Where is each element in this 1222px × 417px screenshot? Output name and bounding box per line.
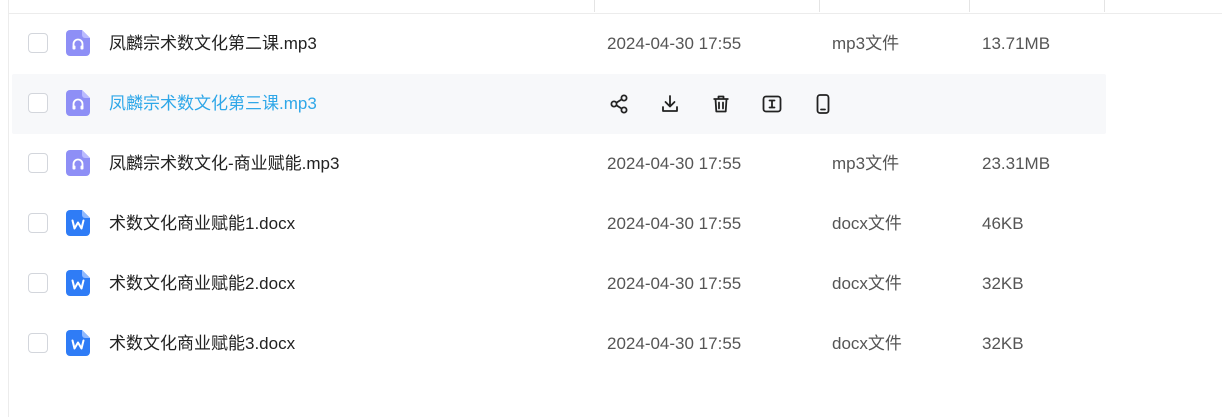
file-name[interactable]: 凤麟宗术数文化第三课.mp3: [109, 74, 317, 134]
column-divider[interactable]: [969, 0, 970, 12]
file-list: 凤麟宗术数文化第二课.mp3 2024-04-30 17:55 mp3文件 13…: [12, 14, 1106, 374]
phone-icon[interactable]: [812, 93, 834, 115]
delete-icon[interactable]: [710, 93, 732, 115]
word-file-icon: [66, 210, 90, 236]
file-size: 46KB: [982, 214, 1024, 233]
file-row[interactable]: 凤麟宗术数文化-商业赋能.mp3 2024-04-30 17:55 mp3文件 …: [12, 134, 1106, 194]
file-type: docx文件: [832, 274, 902, 293]
column-divider[interactable]: [594, 0, 595, 12]
word-file-icon: [66, 270, 90, 296]
file-type: mp3文件: [832, 154, 900, 173]
audio-file-icon: [66, 90, 90, 116]
file-name[interactable]: 凤麟宗术数文化-商业赋能.mp3: [109, 134, 339, 194]
file-size: 23.31MB: [982, 154, 1051, 173]
file-date: 2024-04-30 17:55: [607, 34, 742, 53]
rename-icon[interactable]: [761, 93, 783, 115]
file-date: 2024-04-30 17:55: [607, 214, 742, 233]
row-checkbox[interactable]: [28, 153, 48, 173]
file-date: 2024-04-30 17:55: [607, 334, 742, 353]
file-row[interactable]: 术数文化商业赋能3.docx 2024-04-30 17:55 docx文件 3…: [12, 314, 1106, 374]
file-size: 32KB: [982, 334, 1024, 353]
file-row[interactable]: 术数文化商业赋能1.docx 2024-04-30 17:55 docx文件 4…: [12, 194, 1106, 254]
file-name[interactable]: 术数文化商业赋能1.docx: [109, 194, 295, 254]
file-size: 13.71MB: [982, 34, 1051, 53]
row-checkbox[interactable]: [28, 33, 48, 53]
file-row[interactable]: 凤麟宗术数文化第二课.mp3 2024-04-30 17:55 mp3文件 13…: [12, 14, 1106, 74]
row-checkbox[interactable]: [28, 273, 48, 293]
file-type: docx文件: [832, 334, 902, 353]
file-name[interactable]: 凤麟宗术数文化第二课.mp3: [109, 14, 317, 74]
file-date: 2024-04-30 17:55: [607, 274, 742, 293]
row-actions: [608, 93, 834, 115]
share-icon[interactable]: [608, 93, 630, 115]
column-divider[interactable]: [1104, 0, 1105, 12]
file-row[interactable]: 凤麟宗术数文化第三课.mp3: [12, 74, 1106, 134]
file-row[interactable]: 术数文化商业赋能2.docx 2024-04-30 17:55 docx文件 3…: [12, 254, 1106, 314]
row-checkbox[interactable]: [28, 93, 48, 113]
file-size: 32KB: [982, 274, 1024, 293]
file-name[interactable]: 术数文化商业赋能3.docx: [109, 314, 295, 374]
download-icon[interactable]: [659, 93, 681, 115]
file-name[interactable]: 术数文化商业赋能2.docx: [109, 254, 295, 314]
file-type: mp3文件: [832, 34, 900, 53]
audio-file-icon: [66, 30, 90, 56]
left-border: [8, 0, 9, 417]
column-divider[interactable]: [819, 0, 820, 12]
row-checkbox[interactable]: [28, 333, 48, 353]
table-header: [9, 0, 1222, 14]
file-type: docx文件: [832, 214, 902, 233]
word-file-icon: [66, 330, 90, 356]
file-date: 2024-04-30 17:55: [607, 154, 742, 173]
audio-file-icon: [66, 150, 90, 176]
row-checkbox[interactable]: [28, 213, 48, 233]
